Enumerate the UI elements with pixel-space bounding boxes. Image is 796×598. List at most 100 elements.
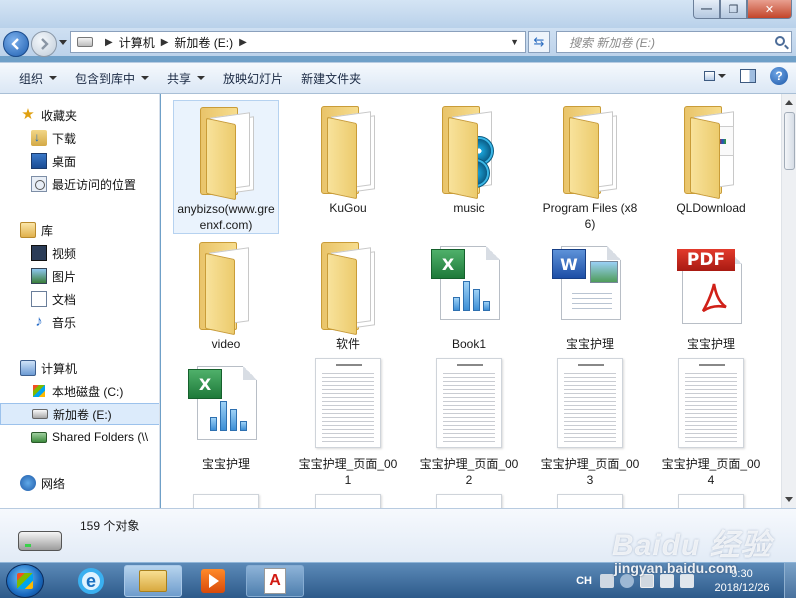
preview-pane-button[interactable] — [740, 69, 756, 83]
vertical-scrollbar[interactable] — [781, 94, 796, 508]
file-item[interactable]: video — [173, 236, 279, 352]
nav-label: 图片 — [52, 269, 77, 284]
keyboard-icon[interactable] — [600, 574, 614, 588]
file-item[interactable] — [416, 492, 522, 508]
start-button[interactable] — [6, 564, 44, 598]
action-center-icon[interactable] — [640, 574, 654, 588]
nav-new-volume-e[interactable]: 新加卷 (E:) — [0, 403, 159, 425]
documents-library-icon — [31, 291, 47, 307]
file-item[interactable]: Program Files (x86) — [537, 100, 643, 232]
file-item[interactable]: QLDownload — [658, 100, 764, 216]
nav-downloads[interactable]: 下载 — [0, 127, 159, 149]
back-button[interactable] — [3, 31, 29, 57]
nav-computer[interactable]: 计算机 — [0, 357, 159, 379]
navigation-pane[interactable]: ★ 收藏夹 下载 桌面 最近访问的位置 库 视频 图片 文档 ♪ 音乐 计算机 本地… — [0, 94, 160, 508]
page-thumbnail — [193, 494, 259, 508]
file-name: QLDownload — [676, 201, 746, 215]
scroll-up-icon[interactable] — [785, 100, 793, 105]
address-bar[interactable]: ▶ 计算机 ▶ 新加卷 (E:) ▶ ▼ — [70, 31, 526, 53]
file-item[interactable]: music — [416, 100, 522, 216]
share-menu[interactable]: 共享 — [158, 66, 214, 90]
folder-icon — [563, 106, 623, 200]
file-item[interactable]: 宝宝护理_页面_004 — [658, 356, 764, 488]
file-item[interactable]: W 宝宝护理 — [537, 236, 643, 352]
file-item[interactable] — [173, 492, 279, 508]
file-item[interactable]: X 宝宝护理 — [173, 356, 279, 472]
file-item[interactable]: anybizso(www.greenxf.com) — [173, 100, 279, 234]
nav-documents[interactable]: 文档 — [0, 288, 159, 310]
file-item[interactable]: 软件 — [295, 236, 401, 352]
maximize-button[interactable]: ❐ — [720, 0, 747, 19]
page-thumbnail — [678, 494, 744, 508]
window-controls: — ❐ ✕ — [693, 0, 792, 19]
file-item[interactable]: X Book1 — [416, 236, 522, 352]
nav-music[interactable]: ♪ 音乐 — [0, 311, 159, 333]
nav-libraries[interactable]: 库 — [0, 219, 159, 241]
word-badge: W — [552, 249, 586, 279]
excel-file-icon: X — [188, 366, 257, 440]
forward-button[interactable] — [31, 31, 57, 57]
nav-label: 下载 — [52, 131, 77, 146]
scrollbar-thumb[interactable] — [784, 112, 795, 170]
breadcrumb-computer[interactable]: 计算机 — [119, 34, 155, 51]
file-item[interactable] — [658, 492, 764, 508]
network-icon — [20, 475, 36, 491]
organize-menu[interactable]: 组织 — [10, 66, 66, 90]
taskbar-internet-explorer[interactable]: e — [62, 565, 120, 597]
file-name: 宝宝护理_页面_001 — [298, 457, 398, 487]
slideshow-button[interactable]: 放映幻灯片 — [214, 66, 292, 90]
chevron-down-icon[interactable]: ▼ — [510, 37, 519, 47]
chevron-right-icon[interactable]: ▶ — [239, 37, 247, 48]
internet-explorer-icon: e — [78, 568, 104, 594]
file-item[interactable]: 宝宝护理_页面_001 — [295, 356, 401, 488]
nav-pictures[interactable]: 图片 — [0, 265, 159, 287]
nav-shared-folders[interactable]: Shared Folders (\\ — [0, 426, 159, 448]
language-indicator[interactable]: CH — [576, 575, 592, 587]
file-item[interactable]: 宝宝护理_页面_002 — [416, 356, 522, 488]
media-player-icon — [201, 569, 225, 593]
search-input[interactable]: 搜索 新加卷 (E:) — [556, 31, 792, 53]
music-note-icon: ♪ — [35, 313, 43, 330]
change-view-button[interactable] — [704, 67, 726, 85]
file-name: 软件 — [335, 337, 360, 351]
help-button[interactable]: ? — [770, 67, 788, 85]
library-icon — [20, 222, 36, 238]
file-item[interactable] — [295, 492, 401, 508]
search-icon[interactable] — [775, 36, 785, 46]
scroll-down-icon[interactable] — [785, 497, 793, 502]
show-desktop-button[interactable] — [784, 563, 796, 598]
nav-favorites[interactable]: ★ 收藏夹 — [0, 104, 159, 126]
chevron-right-icon[interactable]: ▶ — [105, 37, 113, 48]
file-name: 宝宝护理_页面_003 — [540, 457, 640, 487]
drive-icon — [77, 37, 93, 47]
organize-label: 组织 — [19, 71, 44, 86]
file-item[interactable] — [537, 492, 643, 508]
file-item[interactable]: KuGou — [295, 100, 401, 216]
breadcrumb-volume-e[interactable]: 新加卷 (E:) — [174, 34, 233, 51]
nav-desktop[interactable]: 桌面 — [0, 150, 159, 172]
nav-local-disk-c[interactable]: 本地磁盘 (C:) — [0, 380, 159, 402]
close-button[interactable]: ✕ — [747, 0, 792, 19]
chevron-right-icon[interactable]: ▶ — [161, 37, 169, 48]
new-folder-button[interactable]: 新建文件夹 — [292, 66, 370, 90]
file-list[interactable]: anybizso(www.greenxf.com) KuGou music Pr… — [161, 94, 781, 508]
chevron-down-icon — [49, 76, 58, 80]
file-name: 宝宝护理_页面_004 — [661, 457, 761, 487]
network-tray-icon[interactable] — [660, 574, 674, 588]
computer-icon — [20, 360, 36, 376]
nav-videos[interactable]: 视频 — [0, 242, 159, 264]
nav-recent-places[interactable]: 最近访问的位置 — [0, 173, 159, 195]
taskbar-media-player[interactable] — [184, 565, 242, 597]
taskbar-windows-explorer[interactable] — [124, 565, 182, 597]
file-item[interactable]: 宝宝护理_页面_003 — [537, 356, 643, 488]
include-in-library-menu[interactable]: 包含到库中 — [66, 66, 158, 90]
volume-icon[interactable] — [680, 574, 694, 588]
windows-logo-icon — [17, 573, 33, 589]
help-tray-icon[interactable] — [620, 574, 634, 588]
minimize-button[interactable]: — — [693, 0, 720, 19]
file-item[interactable]: PDF 宝宝护理 — [658, 236, 764, 352]
recent-pages-dropdown[interactable] — [59, 40, 67, 45]
refresh-button[interactable]: ⇆ — [528, 31, 550, 53]
taskbar-acrobat[interactable]: A — [246, 565, 304, 597]
nav-network[interactable]: 网络 — [0, 472, 159, 494]
